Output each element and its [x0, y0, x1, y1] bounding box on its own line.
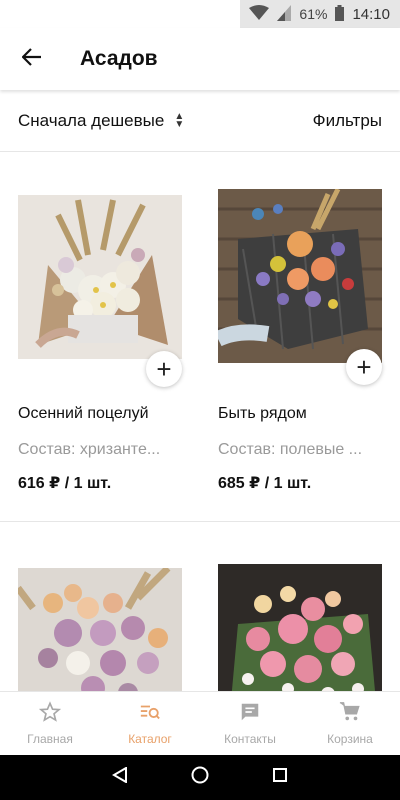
- bottom-tab-bar: Главная Каталог Контакты Корзина: [0, 691, 400, 755]
- add-to-cart-button[interactable]: +: [346, 349, 382, 385]
- system-navigation-bar: [0, 755, 400, 800]
- product-image[interactable]: [218, 189, 382, 363]
- product-image[interactable]: [18, 568, 182, 691]
- tab-catalog[interactable]: Каталог: [100, 692, 200, 755]
- product-description: Состав: хризанте...: [18, 441, 161, 458]
- nav-recents-icon[interactable]: [272, 767, 288, 788]
- product-name: Быть рядом: [218, 405, 307, 422]
- battery-percent: 61%: [299, 6, 328, 22]
- tab-label: Корзина: [327, 732, 373, 746]
- status-bar: 61% 14:10: [0, 0, 400, 28]
- product-card[interactable]: + Быть рядом Состав: полевые ... 685 ₽ /…: [218, 189, 382, 493]
- app-bar: Асадов: [0, 28, 400, 90]
- product-card[interactable]: [18, 568, 182, 691]
- product-description: Состав: полевые ...: [218, 441, 363, 458]
- nav-home-icon[interactable]: [191, 766, 209, 789]
- tab-label: Главная: [27, 732, 73, 746]
- product-card[interactable]: [218, 564, 382, 691]
- cart-icon: [339, 701, 361, 726]
- tab-cart[interactable]: Корзина: [300, 692, 400, 755]
- tab-label: Каталог: [128, 732, 172, 746]
- chat-icon: [239, 701, 261, 726]
- tab-contacts[interactable]: Контакты: [200, 692, 300, 755]
- sort-dropdown[interactable]: Сначала дешевые ▲ ▼: [18, 111, 184, 131]
- plus-icon: +: [156, 353, 172, 384]
- product-image[interactable]: [218, 564, 382, 691]
- product-image[interactable]: [18, 195, 182, 359]
- wifi-icon: [249, 4, 270, 24]
- back-button[interactable]: [0, 28, 64, 90]
- product-price: 685 ₽ / 1 шт.: [218, 475, 312, 492]
- nav-back-icon[interactable]: [111, 766, 128, 788]
- product-grid: + Осенний поцелуй Состав: хризанте... 61…: [0, 153, 400, 691]
- signal-icon: [277, 4, 292, 24]
- battery-icon: [335, 4, 345, 24]
- sort-label: Сначала дешевые: [18, 110, 165, 130]
- clock: 14:10: [352, 5, 390, 23]
- arrow-left-icon: [21, 47, 42, 71]
- catalog-search-icon: [139, 701, 161, 726]
- plus-icon: +: [356, 351, 372, 382]
- sort-arrows-icon: ▲ ▼: [174, 110, 185, 130]
- page-title: Асадов: [80, 47, 158, 70]
- filters-button[interactable]: Фильтры: [313, 111, 382, 131]
- sort-filter-bar: Сначала дешевые ▲ ▼ Фильтры: [0, 90, 400, 152]
- tab-home[interactable]: Главная: [0, 692, 100, 755]
- row-divider: [0, 521, 400, 522]
- star-icon: [38, 701, 62, 726]
- product-price: 616 ₽ / 1 шт.: [18, 475, 112, 492]
- product-name: Осенний поцелуй: [18, 405, 149, 422]
- product-card[interactable]: + Осенний поцелуй Состав: хризанте... 61…: [18, 195, 182, 493]
- tab-label: Контакты: [224, 732, 276, 746]
- add-to-cart-button[interactable]: +: [146, 351, 182, 387]
- status-bar-indicators: 61% 14:10: [240, 0, 400, 28]
